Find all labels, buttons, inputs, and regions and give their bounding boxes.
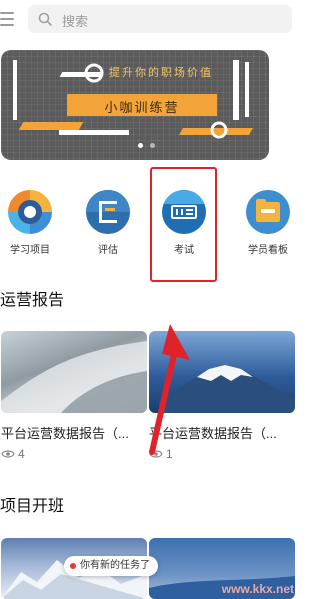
report-views: 4 bbox=[1, 447, 147, 461]
notification-dot-icon bbox=[70, 563, 76, 569]
nav-evaluation[interactable]: 评估 bbox=[79, 190, 137, 256]
carousel-dots bbox=[132, 143, 162, 149]
carousel-dot-active[interactable] bbox=[138, 143, 143, 148]
section-title-project-classes: 项目开班 bbox=[0, 498, 65, 515]
menu-icon[interactable] bbox=[0, 10, 18, 28]
report-title: 平台运营数据报告（... bbox=[1, 426, 129, 441]
report-card[interactable]: 平台运营数据报告（... 4 bbox=[1, 331, 147, 461]
banner-title-bar: 小咖训练营 bbox=[67, 94, 217, 116]
banner-slogan: 提升你的职场价值 bbox=[109, 66, 213, 79]
ring-decoration bbox=[210, 121, 228, 139]
search-input[interactable]: 搜索 bbox=[28, 5, 292, 33]
red-arrow-annotation bbox=[149, 324, 190, 455]
new-task-toast[interactable]: 你有新的任务了 bbox=[64, 556, 158, 576]
watermark: www.kkx.net bbox=[221, 582, 294, 596]
section-title-operations-report: 运营报告 bbox=[0, 292, 65, 309]
nav-label: 学习项目 bbox=[10, 245, 50, 256]
student-board-icon bbox=[246, 190, 290, 234]
banner-title: 小咖训练营 bbox=[104, 101, 180, 116]
banner-stripe bbox=[18, 122, 84, 130]
banner-stripe bbox=[13, 60, 17, 120]
ring-decoration bbox=[84, 63, 104, 83]
nav-label: 学员看板 bbox=[248, 245, 288, 256]
view-count: 4 bbox=[18, 447, 25, 461]
carousel-dot[interactable] bbox=[150, 143, 155, 148]
search-placeholder: 搜索 bbox=[62, 14, 89, 29]
banner-stripe bbox=[233, 60, 239, 120]
promo-banner[interactable]: 提升你的职场价值 小咖训练营 bbox=[1, 50, 269, 160]
eye-icon bbox=[1, 450, 15, 458]
report-cover-image bbox=[1, 331, 147, 413]
banner-stripe bbox=[59, 130, 129, 135]
nav-student-board[interactable]: 学员看板 bbox=[239, 190, 297, 256]
nav-label: 评估 bbox=[98, 245, 118, 256]
nav-learning-project[interactable]: 学习项目 bbox=[1, 190, 59, 256]
highlight-annotation-box bbox=[150, 167, 217, 282]
banner-stripe bbox=[245, 62, 249, 117]
learning-project-icon bbox=[8, 190, 52, 234]
header: 搜索 bbox=[0, 0, 300, 38]
search-icon bbox=[38, 12, 52, 26]
toast-text: 你有新的任务了 bbox=[80, 560, 150, 571]
evaluation-icon bbox=[86, 190, 130, 234]
